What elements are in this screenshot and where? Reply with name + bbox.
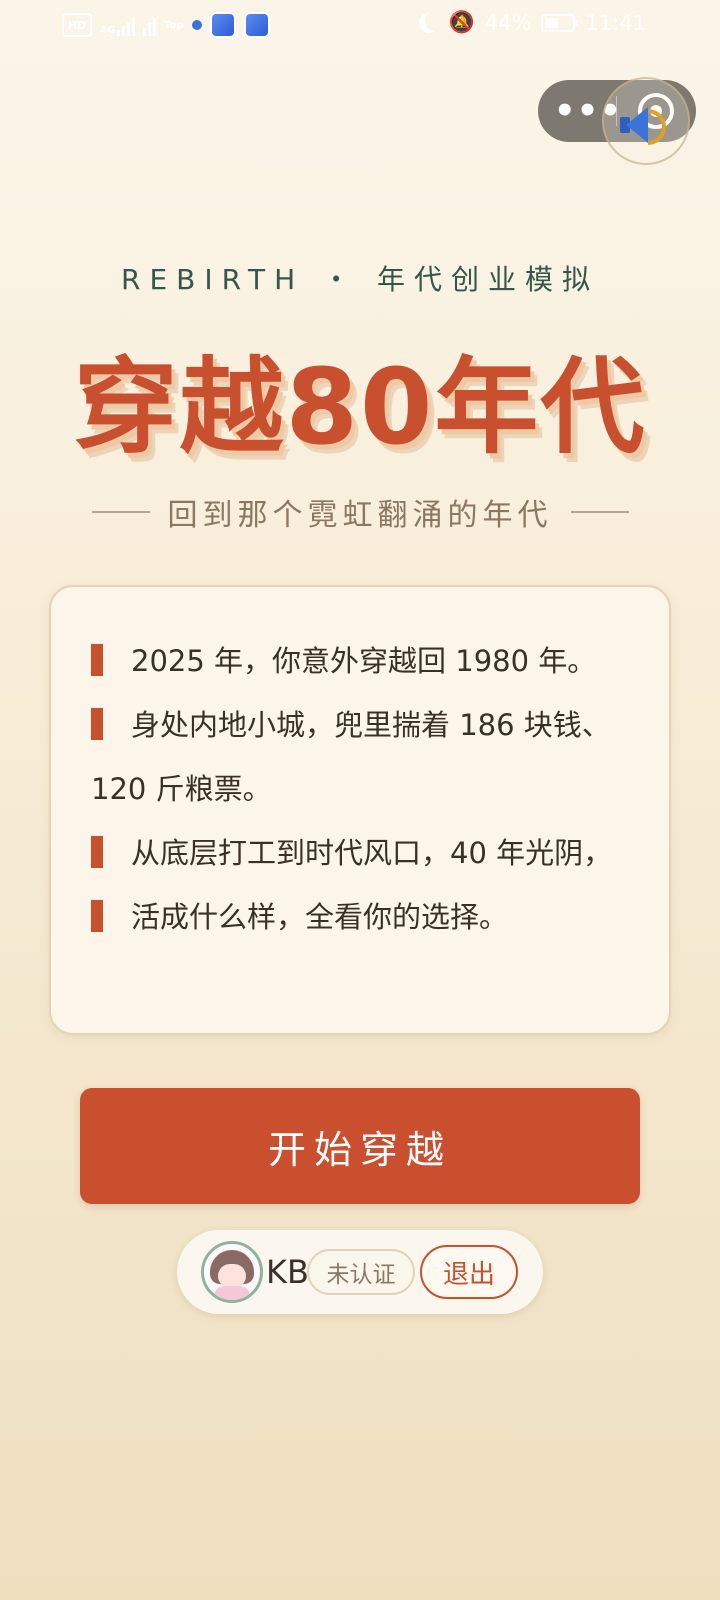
story-text: 活成什么样，全看你的选择。 <box>131 900 509 934</box>
app-notification-icon <box>243 12 270 38</box>
notification-dot-icon <box>191 20 202 30</box>
story-bullet-bar <box>91 708 103 740</box>
mute-bell-icon: 🔕 <box>448 10 475 34</box>
app-notification-icon <box>209 12 236 38</box>
story-bullet-bar <box>91 900 103 932</box>
avatar-face <box>218 1264 246 1288</box>
speaker-horn-icon <box>626 107 648 143</box>
battery-icon <box>541 13 579 32</box>
status-right-icons: 🔕 44% 11:41 <box>419 10 646 35</box>
signal-label: 4G <box>100 25 116 36</box>
story-text: 2025 年，你意外穿越回 1980 年。 <box>131 644 597 678</box>
status-bar: HD 4G Top 🔕 44% 11:41 <box>0 0 720 48</box>
story-bullet-bar <box>91 836 103 868</box>
page-title: 穿越80年代 <box>73 346 647 468</box>
subtitle-left-rule <box>91 511 150 513</box>
story-text: 身处内地小城，兜里揣着 186 块钱、120 斤粮票。 <box>91 708 611 806</box>
audio-toggle-button[interactable] <box>602 77 690 165</box>
page-subtitle: 回到那个霓虹翻涌的年代 <box>167 498 553 533</box>
subtitle-row: 回到那个霓虹翻涌的年代 <box>0 490 720 534</box>
story-line: 身处内地小城，兜里揣着 186 块钱、120 斤粮票。 <box>91 693 631 821</box>
wifi-icon <box>143 14 157 36</box>
status-time: 11:41 <box>585 10 646 35</box>
eyebrow-label: REBIRTH ・ 年代创业模拟 <box>121 263 599 296</box>
battery-percent: 44% <box>484 10 532 35</box>
hd-icon: HD <box>62 13 92 37</box>
wifi-speed-label: Top <box>164 19 184 31</box>
user-bar: KB 未认证 退出 <box>177 1230 543 1314</box>
avatar-dress <box>214 1286 250 1300</box>
story-line: 活成什么样，全看你的选择。 <box>91 885 631 949</box>
verify-status-badge[interactable]: 未认证 <box>307 1249 415 1295</box>
story-line: 从底层打工到时代风口，40 年光阴， <box>91 821 631 885</box>
avatar[interactable] <box>201 1241 263 1303</box>
subtitle-right-rule <box>570 511 629 513</box>
story-card: 2025 年，你意外穿越回 1980 年。 身处内地小城，兜里揣着 186 块钱… <box>49 585 671 1035</box>
signal-icon: 4G <box>100 14 136 36</box>
story-text: 从底层打工到时代风口，40 年光阴， <box>131 836 613 870</box>
user-name: KB <box>266 1253 309 1291</box>
start-button[interactable]: 开始穿越 <box>80 1088 640 1204</box>
story-line: 2025 年，你意外穿越回 1980 年。 <box>91 629 631 693</box>
moon-icon <box>425 11 445 31</box>
sound-wave-icon <box>648 109 666 145</box>
status-left-icons: HD 4G Top <box>62 12 270 38</box>
logout-button[interactable]: 退出 <box>420 1245 518 1299</box>
story-bullet-bar <box>91 644 103 676</box>
